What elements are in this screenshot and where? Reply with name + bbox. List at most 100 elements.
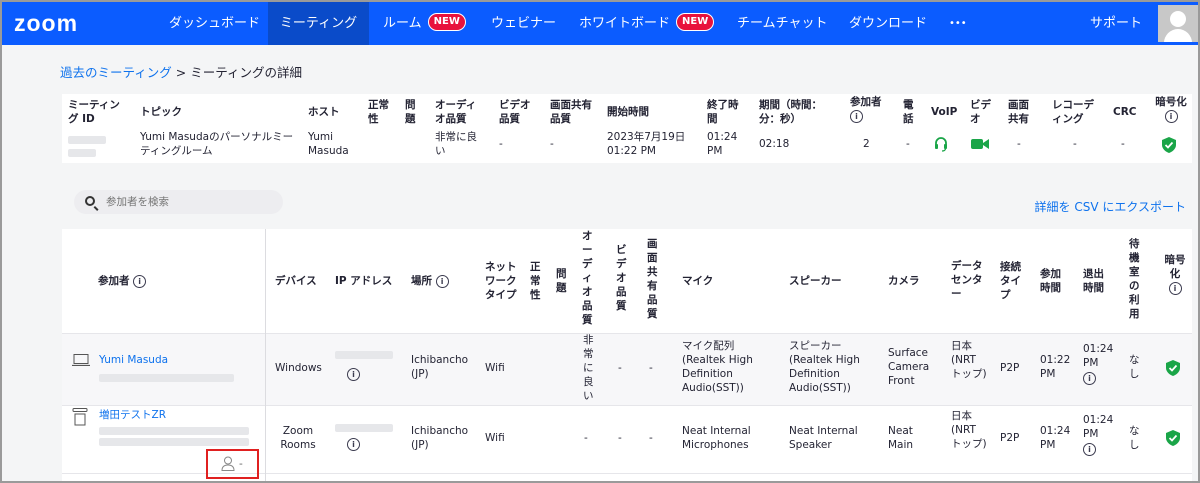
row-divider [62,405,1192,406]
col-issues: 問題 [556,268,567,294]
camera-value: Surface Camera Front [888,347,930,387]
col-speaker: スピーカー [789,275,842,287]
video-quality-value: - [618,432,622,444]
nav-support[interactable]: サポート [1090,2,1142,45]
participant-name-link[interactable]: Yumi Masuda [99,353,168,367]
col-join-time: 参加時間 [1040,268,1061,294]
datacenter-value: 日本 (NRT トップ) [951,340,987,380]
host-value: Yumi Masuda [308,131,349,157]
person-icon[interactable] [221,456,235,471]
mic-value: マイク配列 (Realtek High Definition Audio(SST… [682,340,753,394]
col-start-time: 開始時間 [607,106,649,118]
nav-label: ホワイトボード [579,16,671,31]
info-icon[interactable]: i [347,368,360,381]
audio-quality-value: 非常に良い [583,334,594,402]
participant-search[interactable] [74,190,283,214]
info-icon[interactable]: i [1083,443,1096,456]
col-video-quality: ビデオ品質 [616,244,627,312]
new-badge: NEW [427,13,466,31]
col-voip: VoIP [931,106,958,118]
col-issues: 問題 [405,99,416,125]
app-frame: zoom ダッシュボード ミーティング ルーム NEW ウェビナー ホワイトボード… [0,0,1200,483]
leave-time-value: 01:24 PM i [1083,342,1113,385]
video-quality-value: - [618,362,622,374]
share-quality-value: - [550,138,554,150]
info-icon[interactable]: i [435,274,449,288]
share-quality-value: - [649,362,653,374]
search-input[interactable] [106,194,274,210]
leave-time-text: 01:24 PM [1083,343,1114,369]
col-audio-quality: オーディオ品質 [435,99,477,125]
col-datacenter: データセンター [951,260,983,300]
leave-time-value: 01:24 PM i [1083,413,1113,456]
col-normal: 正常性 [530,261,541,301]
nav-label: ウェビナー [491,16,557,31]
nav-meetings[interactable]: ミーティング [268,2,369,45]
col-participants-label: 参加者 [850,96,882,108]
info-icon[interactable]: i [850,109,863,123]
table-row-bg [62,333,1192,405]
connection-value: P2P [1000,362,1020,374]
user-avatar[interactable] [1158,5,1198,42]
nav-dashboard[interactable]: ダッシュボード [169,2,260,45]
nav-whiteboards[interactable]: ホワイトボード NEW [579,2,715,45]
info-icon[interactable]: i [1168,281,1182,295]
col-meeting-id: ミーティング ID [68,99,120,125]
redacted-id [68,136,106,144]
leave-time-text: 01:24 PM [1083,414,1114,440]
info-icon[interactable]: i [1164,109,1178,123]
col-leave-time: 退出時間 [1083,268,1104,294]
col-recording: レコーディング [1052,99,1094,125]
nav-rooms[interactable]: ルーム NEW [383,2,466,45]
nav-webinars[interactable]: ウェビナー [491,2,556,45]
nav-team-chat[interactable]: チームチャット [737,2,827,45]
nav-label: ダッシュボード [169,16,261,31]
col-network-type: ネットワークタイプ [485,261,517,301]
col-encryption-label: 暗号化 [1164,254,1186,280]
speaker-value: Neat Internal Speaker [789,425,858,451]
meeting-summary-table: ミーティング ID トピック ホスト 正常性 問題 オーディオ品質 ビデオ品質 … [62,94,1192,163]
col-connection-type: 接続タイプ [1000,261,1021,301]
speaker-value: スピーカー (Realtek High Definition Audio(SST… [789,340,860,394]
zoom-logo[interactable]: zoom [14,10,78,37]
shield-check-icon [1166,430,1180,446]
more-dots: ••• [949,18,967,29]
info-icon[interactable]: i [133,274,147,288]
redacted-ip [335,424,393,432]
col-screen-share: 画面共有 [1008,99,1029,125]
nav-more-icon[interactable]: ••• [949,2,967,45]
room-system-icon [72,408,88,426]
device-value: Zoom Rooms [280,425,316,451]
connection-value: P2P [1000,432,1020,444]
participants-value[interactable]: 2 [863,137,870,151]
col-participant: 参加者 i [98,274,147,288]
screen-share-value: - [1017,138,1021,150]
info-icon[interactable]: i [1083,372,1096,385]
breadcrumb-separator: > [171,65,191,80]
redacted-email [99,374,234,382]
audio-quality-value: 非常に良い [435,131,477,157]
info-icon[interactable]: i [347,438,360,451]
export-csv-link[interactable]: 詳細を CSV にエクスポート [1035,198,1186,215]
join-time-value: 01:22 PM [1040,354,1071,380]
col-participant-label: 参加者 [98,275,130,287]
nav-label: ルーム [383,16,422,31]
location-value: Ichibancho (JP) [411,354,469,380]
col-end-time: 終了時間 [707,99,739,125]
waiting-room-value: なし [1129,354,1140,380]
col-location: 場所 i [411,274,449,288]
nav-label: ダウンロード [849,16,928,31]
col-waiting-room: 待機室の利用 [1129,238,1140,320]
breadcrumb-past-meetings[interactable]: 過去のミーティング [60,65,172,80]
laptop-icon [72,354,90,366]
col-camera: カメラ [888,275,920,287]
network-value: Wifi [485,362,505,374]
col-phone: 電話 [903,99,914,125]
waiting-room-value: なし [1129,425,1140,451]
redacted-email [99,438,249,446]
headset-icon [935,137,947,152]
camera-value: Neat Main [888,425,914,451]
nav-downloads[interactable]: ダウンロード [849,2,927,45]
recording-value: - [1073,138,1077,150]
participant-name-link[interactable]: 増田テストZR [99,408,166,422]
